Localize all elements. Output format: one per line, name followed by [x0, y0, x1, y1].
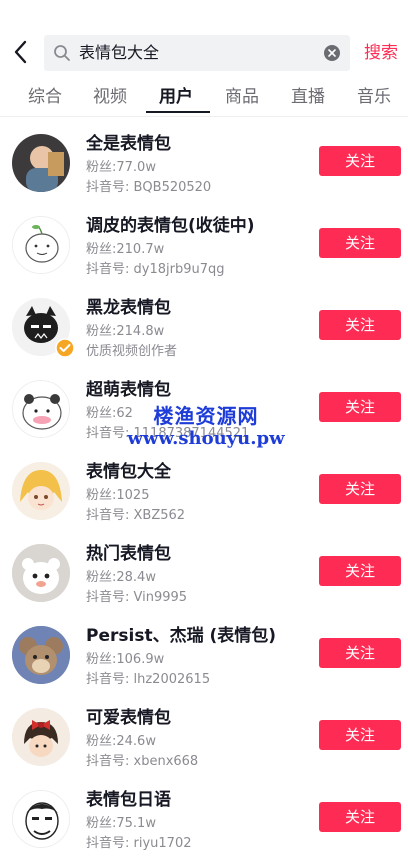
user-row[interactable]: 表情包日语 粉丝:75.1w 抖音号: riyu1702 关注	[0, 773, 408, 855]
avatar[interactable]	[12, 790, 70, 848]
fans-count: 粉丝:75.1w	[86, 816, 156, 831]
tab-videos[interactable]: 视频	[93, 86, 127, 108]
avatar[interactable]	[12, 626, 70, 684]
search-button[interactable]: 搜索	[364, 42, 398, 64]
verified-badge-icon	[55, 338, 75, 358]
avatar[interactable]	[12, 134, 70, 192]
user-name[interactable]: 全是表情包	[86, 133, 171, 155]
avatar[interactable]	[12, 462, 70, 520]
fans-count: 粉丝:24.6w	[86, 734, 156, 749]
user-subtitle: 抖音号: lhz2002615	[86, 672, 211, 687]
follow-button[interactable]: 关注	[319, 638, 401, 668]
user-name[interactable]: 超萌表情包	[86, 379, 171, 401]
fans-count: 粉丝:28.4w	[86, 570, 156, 585]
user-name[interactable]: 调皮的表情包(收徒中)	[86, 215, 255, 237]
fans-count: 粉丝:62	[86, 406, 133, 421]
follow-button[interactable]: 关注	[319, 556, 401, 586]
user-row[interactable]: 全是表情包 粉丝:77.0w 抖音号: BQB520520 关注	[0, 117, 408, 199]
follow-button[interactable]: 关注	[319, 392, 401, 422]
user-row[interactable]: 调皮的表情包(收徒中) 粉丝:210.7w 抖音号: dy18jrb9u7qg …	[0, 199, 408, 281]
user-name[interactable]: 热门表情包	[86, 543, 171, 565]
fans-count: 粉丝:106.9w	[86, 652, 165, 667]
back-icon[interactable]	[10, 38, 32, 66]
user-row[interactable]: 可爱表情包 粉丝:24.6w 抖音号: xbenx668 关注	[0, 691, 408, 773]
top-bar: 表情包大全 搜索	[0, 0, 408, 78]
user-row[interactable]: 表情包大全 粉丝:1025 抖音号: XBZ562 关注	[0, 445, 408, 527]
avatar-image	[12, 134, 70, 192]
fans-count: 粉丝:214.8w	[86, 324, 165, 339]
tab-live[interactable]: 直播	[291, 86, 325, 108]
avatar-image	[13, 791, 69, 847]
avatar-image	[12, 544, 70, 602]
user-subtitle: 优质视频创作者	[86, 344, 178, 359]
user-row[interactable]: Persist、杰瑞 (表情包) 粉丝:106.9w 抖音号: lhz20026…	[0, 609, 408, 691]
user-name[interactable]: Persist、杰瑞 (表情包)	[86, 625, 276, 647]
search-icon	[54, 45, 70, 61]
avatar-image	[12, 462, 70, 520]
user-name[interactable]: 黑龙表情包	[86, 297, 171, 319]
user-subtitle: 抖音号: XBZ562	[86, 508, 186, 523]
user-subtitle: 抖音号: 11187387144521	[86, 426, 250, 441]
follow-button[interactable]: 关注	[319, 146, 401, 176]
tab-active-indicator	[146, 111, 210, 113]
follow-button[interactable]: 关注	[319, 474, 401, 504]
tab-bar: 综合 视频 用户 商品 直播 音乐	[0, 78, 408, 116]
follow-button[interactable]: 关注	[319, 802, 401, 832]
tab-products[interactable]: 商品	[225, 86, 259, 108]
avatar[interactable]	[12, 708, 70, 766]
user-subtitle: 抖音号: BQB520520	[86, 180, 212, 195]
avatar-image	[13, 381, 69, 437]
avatar[interactable]	[12, 544, 70, 602]
search-query: 表情包大全	[79, 43, 160, 62]
fans-count: 粉丝:1025	[86, 488, 150, 503]
user-name[interactable]: 表情包大全	[86, 461, 171, 483]
user-subtitle: 抖音号: Vin9995	[86, 590, 188, 605]
avatar[interactable]	[12, 380, 70, 438]
avatar-image	[12, 626, 70, 684]
user-row[interactable]: 热门表情包 粉丝:28.4w 抖音号: Vin9995 关注	[0, 527, 408, 609]
user-subtitle: 抖音号: dy18jrb9u7qg	[86, 262, 225, 277]
user-row[interactable]: 超萌表情包 粉丝:62 抖音号: 11187387144521 关注	[0, 363, 408, 445]
user-name[interactable]: 表情包日语	[86, 789, 171, 811]
follow-button[interactable]: 关注	[319, 310, 401, 340]
fans-count: 粉丝:77.0w	[86, 160, 156, 175]
user-subtitle: 抖音号: riyu1702	[86, 836, 192, 851]
avatar[interactable]	[12, 216, 70, 274]
clear-icon[interactable]	[323, 44, 341, 62]
user-name[interactable]: 可爱表情包	[86, 707, 171, 729]
avatar-image	[13, 217, 69, 273]
fans-count: 粉丝:210.7w	[86, 242, 165, 257]
avatar-image	[12, 708, 70, 766]
tab-comprehensive[interactable]: 综合	[28, 86, 62, 108]
user-subtitle: 抖音号: xbenx668	[86, 754, 199, 769]
tab-music[interactable]: 音乐	[357, 86, 391, 108]
tab-users[interactable]: 用户	[159, 86, 193, 108]
follow-button[interactable]: 关注	[319, 720, 401, 750]
follow-button[interactable]: 关注	[319, 228, 401, 258]
search-input[interactable]: 表情包大全	[44, 35, 350, 71]
